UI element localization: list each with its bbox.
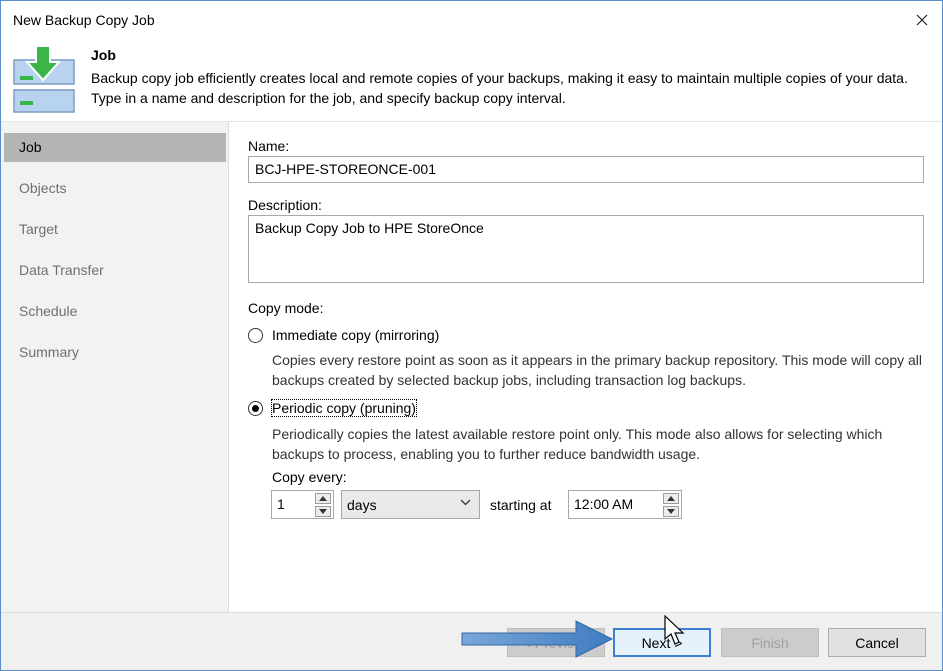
copy-every-value: 1 xyxy=(277,496,285,512)
start-time-value: 12:00 AM xyxy=(574,496,634,512)
cancel-button[interactable]: Cancel xyxy=(828,628,926,657)
dialog-window: New Backup Copy Job Job Backup copy job … xyxy=(0,0,943,671)
immediate-copy-label[interactable]: Immediate copy (mirroring) xyxy=(272,327,439,343)
copy-every-stepper[interactable]: 1 xyxy=(271,490,334,519)
time-down-button[interactable] xyxy=(663,506,679,517)
caret-down-icon xyxy=(319,509,327,514)
caret-down-icon xyxy=(667,509,675,514)
starting-at-label: starting at xyxy=(490,497,552,513)
sidebar-item-data-transfer[interactable]: Data Transfer xyxy=(4,256,226,285)
step-title: Job xyxy=(91,47,116,63)
copy-mode-label: Copy mode: xyxy=(248,300,324,316)
caret-up-icon xyxy=(667,496,675,501)
start-time-picker[interactable]: 12:00 AM xyxy=(568,490,682,519)
copy-unit-value: days xyxy=(347,497,377,513)
wizard-header: Job Backup copy job efficiently creates … xyxy=(1,39,942,122)
name-input[interactable]: BCJ-HPE-STOREONCE-001 xyxy=(248,156,924,183)
chevron-down-icon xyxy=(460,499,471,506)
finish-button[interactable]: Finish xyxy=(721,628,819,657)
immediate-copy-description: Copies every restore point as soon as it… xyxy=(272,352,923,388)
close-button[interactable] xyxy=(906,5,938,35)
copy-unit-dropdown[interactable]: days xyxy=(341,490,480,519)
mouse-cursor-icon xyxy=(664,615,685,645)
previous-button[interactable]: < Previous xyxy=(507,628,605,657)
description-textarea[interactable]: Backup Copy Job to HPE StoreOnce xyxy=(248,215,924,283)
description-label: Description: xyxy=(248,197,322,213)
periodic-copy-description: Periodically copies the latest available… xyxy=(272,426,883,462)
periodic-copy-radio[interactable] xyxy=(248,401,263,416)
title-bar: New Backup Copy Job xyxy=(1,1,942,39)
sidebar-item-objects[interactable]: Objects xyxy=(4,174,226,203)
job-settings-panel: Name: BCJ-HPE-STOREONCE-001 Description:… xyxy=(229,122,942,612)
sidebar-item-schedule[interactable]: Schedule xyxy=(4,297,226,326)
radio-selected-dot xyxy=(252,405,259,412)
backup-copy-icon xyxy=(13,46,75,113)
sidebar-item-target[interactable]: Target xyxy=(4,215,226,244)
sidebar-item-summary[interactable]: Summary xyxy=(4,338,226,367)
wizard-steps-sidebar: Job Objects Target Data Transfer Schedul… xyxy=(1,122,229,612)
close-icon xyxy=(916,14,928,26)
copy-every-label: Copy every: xyxy=(272,469,347,485)
next-button[interactable]: Next > xyxy=(613,628,711,657)
wizard-footer: < Previous Next > Finish Cancel xyxy=(1,612,942,670)
stepper-up-button[interactable] xyxy=(315,493,331,504)
window-title: New Backup Copy Job xyxy=(13,12,155,28)
name-label: Name: xyxy=(248,138,290,154)
immediate-copy-radio[interactable] xyxy=(248,328,263,343)
caret-up-icon xyxy=(319,496,327,501)
stepper-down-button[interactable] xyxy=(315,506,331,517)
sidebar-item-job[interactable]: Job xyxy=(4,133,226,162)
periodic-copy-label[interactable]: Periodic copy (pruning) xyxy=(271,399,417,417)
step-description: Backup copy job efficiently creates loca… xyxy=(91,70,908,106)
time-up-button[interactable] xyxy=(663,493,679,504)
